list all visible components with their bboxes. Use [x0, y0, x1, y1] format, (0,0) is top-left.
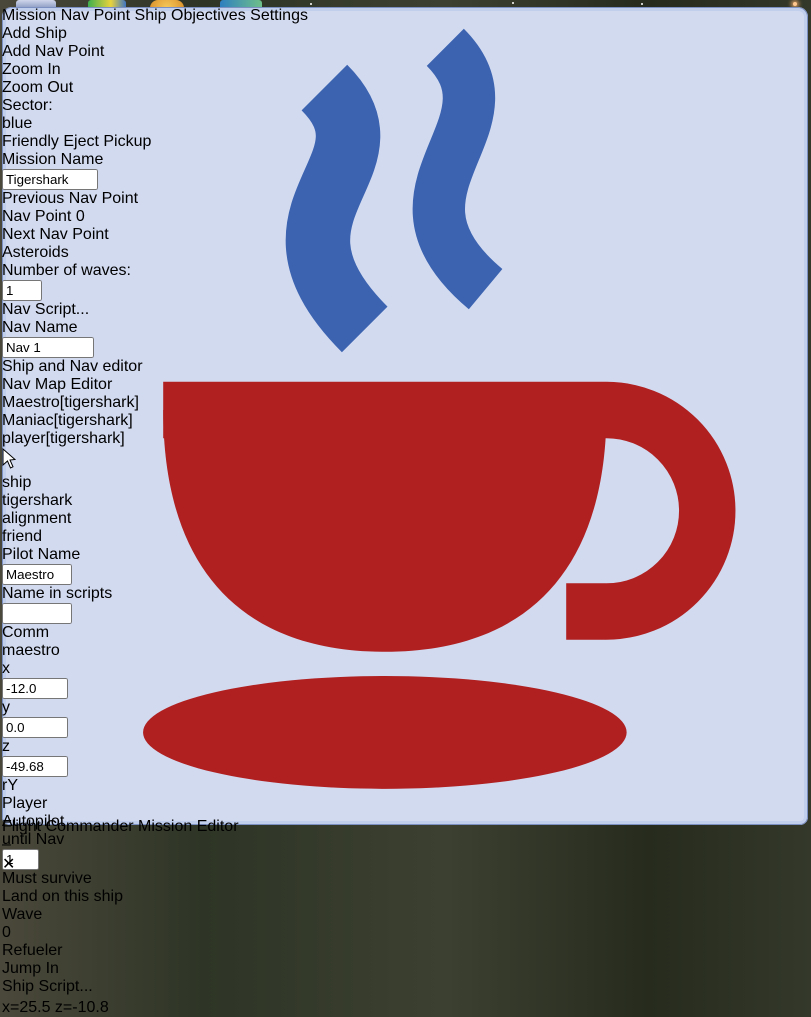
star: [310, 3, 312, 5]
ship-script-button[interactable]: Ship Script...: [2, 978, 808, 999]
window-title: Flight Commander Mission Editor: [2, 818, 239, 835]
refueler-label: Refueler: [2, 942, 63, 959]
title-bar: Flight Commander Mission Editor – ✕: [2, 7, 808, 873]
application-window: Flight Commander Mission Editor – ✕ Miss…: [2, 7, 808, 1016]
java-coffee-cup-icon: [143, 28, 736, 789]
land-on-this-ship-label: Land on this ship: [2, 888, 123, 905]
jump-in-label: Jump In: [2, 960, 59, 977]
wave-select[interactable]: 0: [2, 924, 42, 942]
wave-value: 0: [2, 924, 11, 941]
star: [512, 2, 514, 4]
close-button[interactable]: ✕: [2, 854, 808, 874]
wave-label: Wave: [2, 906, 43, 923]
star: [641, 3, 643, 5]
cursor-coordinates: x=25.5 z=-10.8: [2, 999, 109, 1016]
minimize-button[interactable]: –: [2, 836, 808, 854]
star: [793, 2, 797, 6]
status-bar: x=25.5 z=-10.8: [2, 999, 808, 1017]
